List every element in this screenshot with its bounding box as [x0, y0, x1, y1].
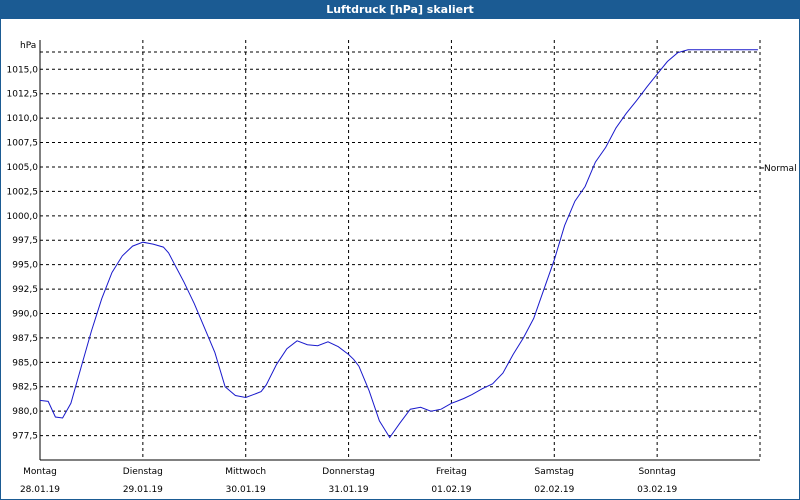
- y-tick-label: 980,0: [12, 407, 38, 417]
- y-tick-label: 995,0: [12, 261, 38, 271]
- y-tick-label: 1010,0: [7, 114, 39, 124]
- x-tick-day: Samstag: [535, 467, 574, 477]
- y-tick-label: 987,5: [12, 334, 38, 344]
- x-tick-date: 31.01.19: [329, 485, 369, 495]
- y-tick-label: 1012,5: [7, 90, 39, 100]
- y-tick-label: 992,5: [12, 285, 38, 295]
- x-tick-date: 02.02.19: [534, 485, 574, 495]
- y-axis-label: hPa: [20, 41, 36, 51]
- y-tick-label: 1005,0: [7, 163, 39, 173]
- x-tick-day: Donnerstag: [322, 467, 375, 477]
- y-tick-label: 990,0: [12, 309, 38, 319]
- y-tick-label: 1002,5: [7, 187, 39, 197]
- luftdruck-chart: hPa 977,5 980,0 982,5 985,0 987,5 990,0 992,5 99…: [7, 40, 797, 495]
- y-tick-label: 1007,5: [7, 139, 39, 149]
- x-tick-day: Mittwoch: [225, 467, 266, 477]
- x-tick-date: 03.02.19: [637, 485, 677, 495]
- y-tick-label: 997,5: [12, 236, 38, 246]
- x-tick-date: 29.01.19: [123, 485, 163, 495]
- y-tick-label: 982,5: [12, 383, 38, 393]
- normal-label: Normal: [764, 164, 797, 174]
- series-line: [39, 49, 758, 439]
- x-tick-date: 30.01.19: [226, 485, 266, 495]
- x-tick-day: Montag: [23, 467, 57, 477]
- x-tick-date: 01.02.19: [431, 485, 471, 495]
- x-tick-day: Freitag: [436, 467, 467, 477]
- y-tick-label: 1015,0: [7, 65, 39, 75]
- y-tick-label: 985,0: [12, 358, 38, 368]
- x-tick-day: Sonntag: [638, 467, 675, 477]
- x-tick-day: Dienstag: [123, 467, 163, 477]
- x-tick-date: 28.01.19: [20, 485, 60, 495]
- y-tick-label: 1000,0: [7, 212, 39, 222]
- y-tick-label: 977,5: [12, 432, 38, 442]
